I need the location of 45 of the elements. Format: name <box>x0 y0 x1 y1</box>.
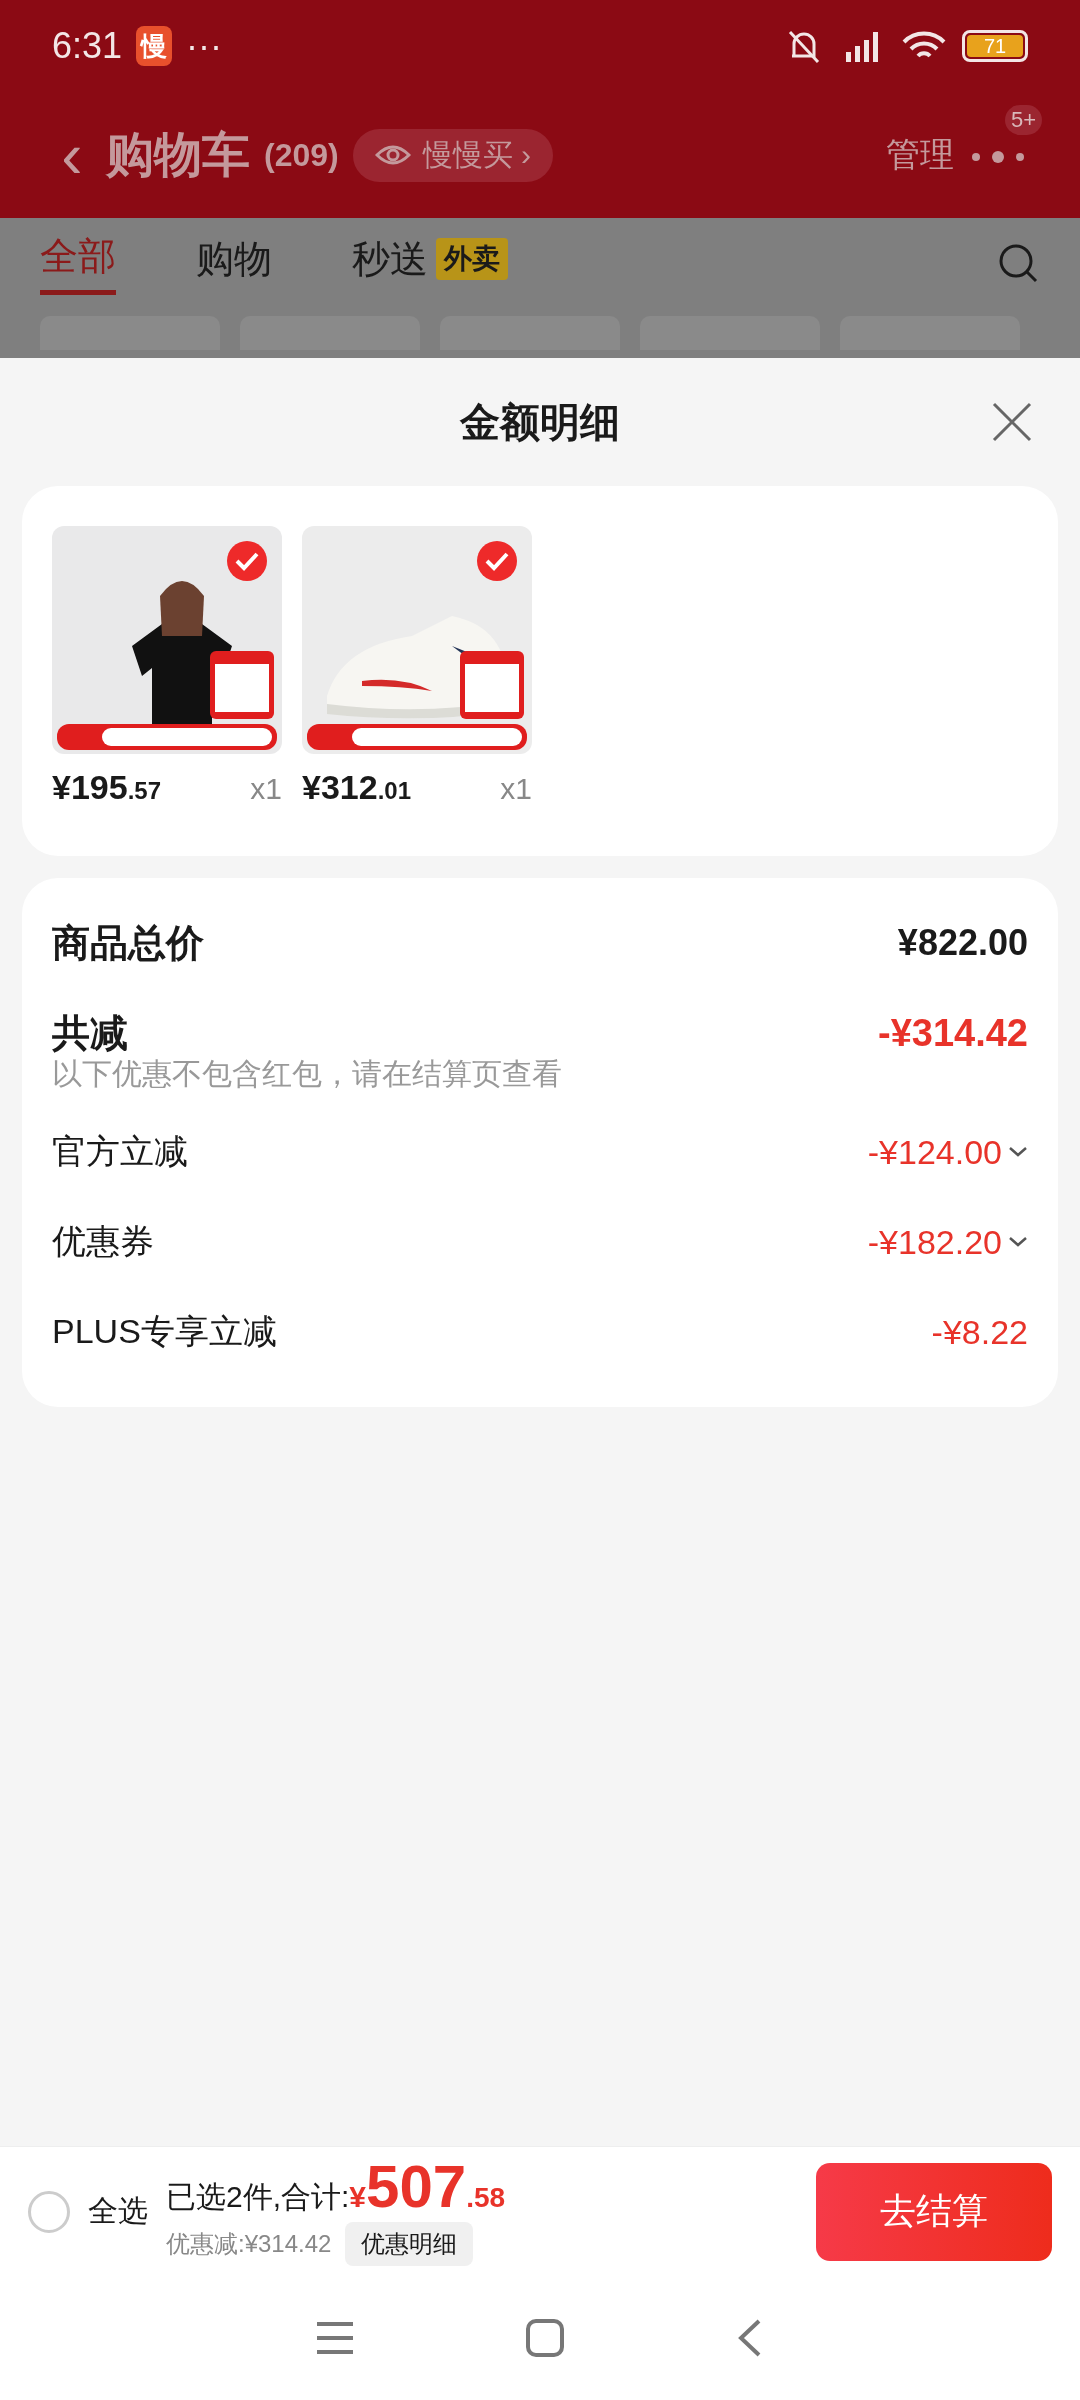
reduction-note: 以下优惠不包含红包，请在结算页查看 <box>52 1056 563 1092</box>
select-all-label[interactable]: 全选 <box>88 2191 148 2232</box>
reduction-label: 共减 <box>52 1010 128 1056</box>
item-price: ¥312.01 <box>302 768 411 807</box>
chevron-down-icon[interactable] <box>1008 1236 1028 1248</box>
page-title: 购物车 <box>106 127 250 183</box>
message-badge: 5+ <box>1004 105 1042 135</box>
discount-value: -¥182.20 <box>867 1222 1002 1262</box>
back-button[interactable]: ‹ <box>52 123 92 187</box>
total-label: 商品总价 <box>52 920 204 966</box>
chevron-down-icon[interactable] <box>1008 1146 1028 1158</box>
checkbox[interactable] <box>476 540 518 582</box>
selection-summary: 已选2件,合计: <box>166 2179 350 2215</box>
discount-label: PLUS专享立减 <box>52 1311 277 1352</box>
discount-value: -¥124.00 <box>867 1132 1002 1172</box>
item-quantity: x1 <box>500 772 532 806</box>
clock: 6:31 <box>52 25 123 67</box>
reduction-value: -¥314.42 <box>878 1011 1028 1055</box>
checkbox[interactable] <box>226 540 268 582</box>
discount-label: 优惠券 <box>52 1221 154 1262</box>
home-icon[interactable] <box>525 2318 565 2358</box>
discount-label: 官方立减 <box>52 1131 188 1172</box>
menu-icon[interactable] <box>315 2320 355 2356</box>
tab[interactable]: 秒送 外卖 <box>352 233 508 293</box>
checkout-button[interactable]: 去结算 <box>816 2162 1052 2261</box>
discount-value: -¥8.22 <box>931 1312 1028 1352</box>
tab[interactable]: 全部 <box>40 231 116 295</box>
tab[interactable]: 购物 <box>196 233 272 293</box>
battery-level: 71 <box>967 35 1023 57</box>
total-value: ¥822.00 <box>897 922 1028 964</box>
item-price: ¥195.57 <box>52 768 161 807</box>
eye-icon <box>374 143 411 167</box>
manage-link[interactable]: 管理 <box>886 132 954 178</box>
app-badge: 慢 <box>136 26 173 66</box>
discount-detail-button[interactable]: 优惠明细 <box>345 2222 474 2266</box>
item-count: (209) <box>264 136 339 174</box>
more-notifications: ··· <box>186 25 223 67</box>
tag: 外卖 <box>436 238 508 280</box>
discount-total: 优惠减:¥314.42 <box>166 2229 332 2259</box>
close-icon[interactable] <box>990 400 1034 444</box>
slow-buy-button[interactable]: 慢慢买 › <box>352 128 554 182</box>
sheet-title: 金额明细 <box>460 398 620 446</box>
select-all-checkbox[interactable] <box>28 2190 70 2233</box>
item-quantity: x1 <box>250 772 282 806</box>
total-amount: ¥507.58 <box>349 2157 506 2217</box>
